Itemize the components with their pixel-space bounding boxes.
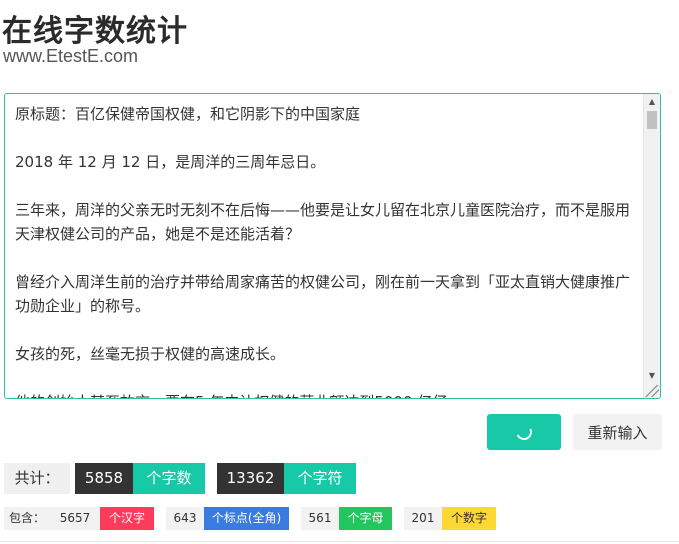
total-label: 共计： xyxy=(4,463,70,494)
resize-grip-icon[interactable] xyxy=(645,385,659,397)
hanzi-tag: 个汉字 xyxy=(100,507,154,530)
page-title: 在线字数统计 xyxy=(2,14,188,49)
total-symbols-unit: 个字符 xyxy=(284,463,356,494)
scrollbar-thumb[interactable] xyxy=(647,111,657,129)
text-input-area[interactable]: 原标题：百亿保健帝国权健，和它阴影下的中国家庭 2018 年 12 月 12 日… xyxy=(4,93,661,399)
editor-scrollbar[interactable]: ▲ ▼ xyxy=(643,94,660,398)
digits-count: 201 xyxy=(404,507,442,530)
letters-tag: 个字母 xyxy=(339,507,392,530)
reset-button[interactable]: 重新输入 xyxy=(573,414,662,450)
digits-tag: 个数字 xyxy=(442,507,496,530)
total-chars-unit: 个字数 xyxy=(133,463,205,494)
count-button[interactable] xyxy=(487,414,561,450)
punct-count: 643 xyxy=(166,507,204,530)
hanzi-count: 5657 xyxy=(50,507,100,530)
letters-count: 561 xyxy=(301,507,339,530)
scroll-down-arrow-icon[interactable]: ▼ xyxy=(644,368,660,384)
detail-label: 包含： xyxy=(4,507,50,530)
divider xyxy=(0,541,679,542)
site-url: www.EtestE.com xyxy=(3,46,139,66)
loading-spinner-icon xyxy=(513,421,535,443)
total-symbols-count: 13362 xyxy=(217,463,284,494)
punct-tag: 个标点(全角) xyxy=(204,507,289,530)
input-text-content[interactable]: 原标题：百亿保健帝国权健，和它阴影下的中国家庭 2018 年 12 月 12 日… xyxy=(15,102,630,398)
scroll-up-arrow-icon[interactable]: ▲ xyxy=(644,94,660,110)
total-chars-count: 5858 xyxy=(75,463,133,494)
